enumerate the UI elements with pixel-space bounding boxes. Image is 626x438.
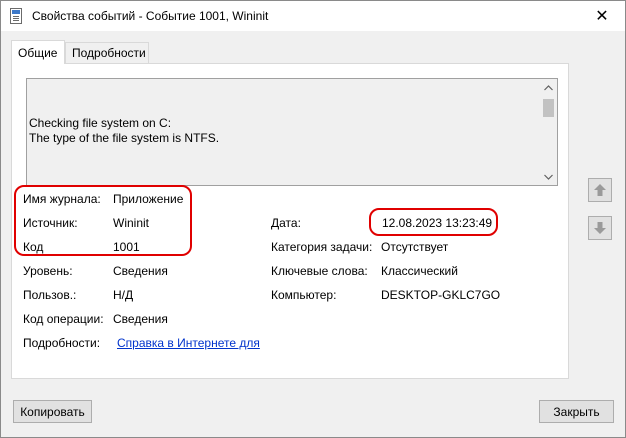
scroll-up-button[interactable] [540, 79, 557, 96]
close-button[interactable]: Закрыть [539, 400, 614, 423]
level-value: Сведения [113, 264, 168, 278]
next-event-button[interactable] [588, 216, 612, 240]
keywords-value: Классический [381, 264, 458, 278]
log-name-label: Имя журнала: [23, 192, 101, 206]
previous-event-button[interactable] [588, 178, 612, 202]
opcode-value: Сведения [113, 312, 168, 326]
arrow-up-icon [594, 184, 606, 196]
general-tab-panel: Checking file system on C: The type of t… [11, 63, 569, 379]
user-label: Пользов.: [23, 288, 77, 302]
event-properties-icon [10, 8, 22, 24]
more-info-label: Подробности: [23, 336, 101, 350]
close-icon: ✕ [595, 8, 609, 25]
description-scrollbar[interactable] [540, 79, 557, 185]
close-window-button[interactable]: ✕ [579, 1, 625, 31]
log-name-value: Приложение [113, 192, 184, 206]
user-value: Н/Д [113, 288, 134, 302]
task-category-value: Отсутствует [381, 240, 449, 254]
chevron-down-icon [544, 174, 553, 180]
window-title: Свойства событий - Событие 1001, Wininit [32, 9, 269, 23]
date-value: 12.08.2023 13:23:49 [382, 216, 493, 230]
chevron-up-icon [544, 84, 553, 90]
arrow-down-icon [594, 222, 606, 234]
source-label: Источник: [23, 216, 78, 230]
computer-value: DESKTOP-GKLC7GO [381, 288, 501, 302]
task-category-label: Категория задачи: [271, 240, 373, 254]
event-id-value: 1001 [113, 240, 140, 254]
keywords-label: Ключевые слова: [271, 264, 368, 278]
scroll-thumb[interactable] [543, 99, 554, 117]
scroll-down-button[interactable] [540, 168, 557, 185]
opcode-label: Код операции: [23, 312, 104, 326]
tab-general[interactable]: Общие [11, 40, 65, 64]
online-help-link[interactable]: Справка в Интернете для [117, 336, 260, 350]
title-bar[interactable]: Свойства событий - Событие 1001, Wininit… [1, 1, 625, 31]
event-description-box[interactable]: Checking file system on C: The type of t… [26, 78, 558, 186]
tab-details[interactable]: Подробности [65, 42, 149, 63]
event-description-text: Checking file system on C: The type of t… [29, 116, 220, 145]
copy-button[interactable]: Копировать [13, 400, 92, 423]
level-label: Уровень: [23, 264, 73, 278]
source-value: Wininit [113, 216, 150, 230]
event-id-label: Код [23, 240, 44, 254]
computer-label: Компьютер: [271, 288, 337, 302]
event-properties-window: Свойства событий - Событие 1001, Wininit… [0, 0, 626, 438]
date-label: Дата: [271, 216, 301, 230]
